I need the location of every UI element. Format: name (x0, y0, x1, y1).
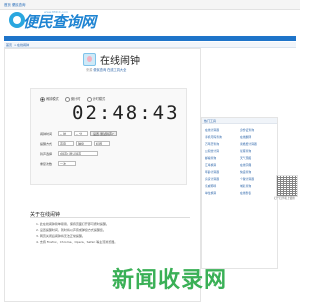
source-link-site[interactable]: 便民查询 (93, 68, 106, 72)
top-bar: 首页 便民查询 (0, 0, 300, 10)
set-alarm-button[interactable]: 设置·测试铃声? (90, 131, 117, 136)
sidebar-header: 热门工具 (202, 118, 277, 124)
sidebar-tool-link[interactable]: 身份证查询 (240, 128, 254, 132)
tools-sidebar: 热门工具 在线计算器 身份证查询 手机号码查询 在线翻译 万年历查询 离婚费计算… (201, 117, 278, 269)
source-link-tools[interactable]: 在线工具大全 (107, 68, 126, 72)
breadcrumb-home[interactable]: 首页 (6, 43, 12, 47)
main-nav-bar (4, 36, 296, 41)
logo-text: 便民查询网 (23, 13, 96, 31)
remind-mode-label: 提醒方式 (40, 142, 53, 146)
sidebar-tool-link[interactable]: 汇率换算 (205, 163, 216, 167)
sidebar-tool-link[interactable]: 域名查询 (240, 184, 251, 188)
sidebar-tool-link[interactable]: 在线秒表 (240, 191, 251, 195)
source-links: 来源 便民查询 在线工具大全 (86, 67, 126, 72)
sidebar-tool-link[interactable]: 单位换算 (205, 191, 216, 195)
sidebar-title: 热门工具 (204, 119, 217, 123)
sidebar-tool-link[interactable]: 快递查询 (240, 170, 251, 174)
about-list: 1. 此在线闹钟简单易用，保持页面打开即可按时提醒。 2. 设置提醒时间，到时将… (36, 221, 191, 245)
mode-selector: 闹钟模式 倒计时 计时模式 (40, 96, 105, 102)
sidebar-tool-link[interactable]: 公积金计算 (205, 149, 219, 153)
alarm-clock-icon (83, 53, 96, 66)
sidebar-tool-link[interactable]: 星座查询 (240, 149, 251, 153)
sidebar-tool-link[interactable]: 亲戚称呼 (205, 184, 216, 188)
site-logo[interactable]: www.8MCX.com 便民查询网 (9, 10, 109, 32)
sidebar-tool-link[interactable]: 在线字典 (240, 163, 251, 167)
top-links[interactable]: 首页 便民查询 (4, 2, 25, 7)
sidebar-tool-link[interactable]: 年龄计算器 (205, 170, 219, 174)
radio-label: 计时模式 (92, 97, 106, 101)
sidebar-tool-link[interactable]: 手机号码查询 (205, 135, 222, 139)
qr-code (276, 175, 298, 197)
alarm-time-label: 闹钟时间 (40, 132, 53, 136)
qr-caption: 扫一扫手机上使用 (274, 197, 295, 200)
repeat-label: 重复次数 (40, 162, 53, 166)
repeat-select[interactable]: 一次 (58, 161, 76, 166)
sidebar-tool-link[interactable]: 离婚费计算器 (240, 142, 257, 146)
sidebar-tool-link[interactable]: 在线计算器 (205, 128, 219, 132)
clock-display: 02:48:43 (72, 102, 180, 124)
breadcrumb-current[interactable]: 在线闹钟 (17, 43, 29, 47)
minute-select[interactable]: -- 分 (74, 131, 88, 136)
sidebar-tool-link[interactable]: 个税计算器 (240, 177, 254, 181)
page-title: 在线闹钟 (100, 56, 140, 67)
about-item: 4. 支持 Firefox、Chrome、Opera、Safari 等主流浏览器… (36, 240, 118, 244)
radio-countdown[interactable] (64, 96, 70, 102)
ringtone-select[interactable]: [铃声] 默认铃声 (58, 151, 98, 156)
hour-select[interactable]: -- 时 (58, 131, 72, 136)
radio-timer[interactable] (86, 96, 92, 102)
ringtone-label: 铃声选择 (40, 152, 53, 156)
radio-alarm-mode[interactable] (40, 96, 45, 102)
remind-popup-option[interactable]: 弹窗 (76, 141, 92, 146)
sidebar-tool-link[interactable]: 房贷计算器 (205, 177, 219, 181)
about-divider (30, 217, 190, 218)
remind-title-option[interactable]: 标题 (94, 141, 110, 146)
watermark: 新闻收录网 (112, 268, 228, 293)
sidebar-tool-link[interactable]: 邮编查询 (205, 156, 216, 160)
sidebar-tool-link[interactable]: 万年历查询 (205, 142, 219, 146)
radio-label: 闹钟模式 (46, 97, 59, 101)
radio-label: 倒计时 (70, 97, 81, 101)
sidebar-tool-link[interactable]: 天气预报 (240, 156, 251, 160)
sidebar-tool-link[interactable]: 在线翻译 (240, 135, 251, 139)
remind-sound-option[interactable]: 声音 (58, 141, 74, 146)
